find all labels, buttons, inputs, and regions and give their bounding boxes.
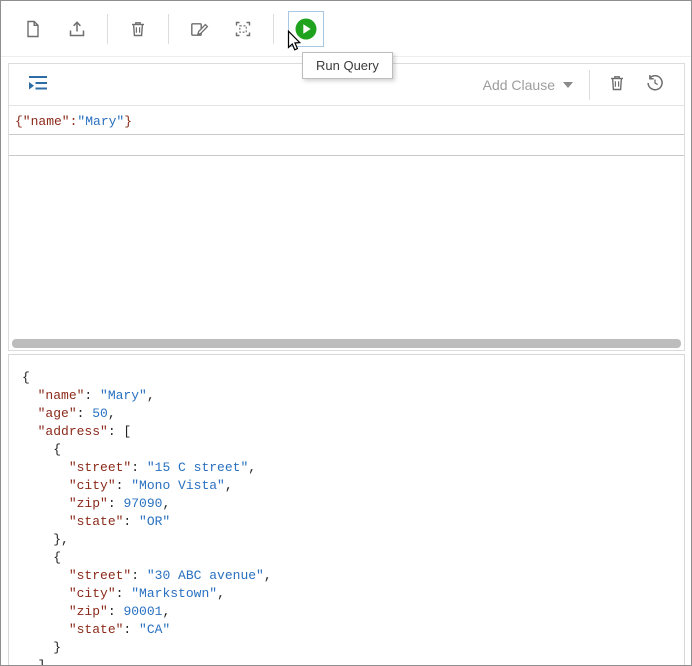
- toolbar-separator: [273, 13, 274, 44]
- new-document-icon: [23, 19, 43, 39]
- result-json: { "name": "Mary", "age": 50, "address": …: [22, 370, 272, 666]
- edit-pencil-icon: [189, 19, 210, 39]
- main-toolbar: [1, 1, 691, 57]
- add-clause-label: Add Clause: [482, 76, 555, 93]
- app-window: Run Query Add Clause {"name":"Mary"} {"…: [0, 0, 692, 666]
- trash-icon: [128, 19, 148, 39]
- run-query-icon: [294, 17, 318, 41]
- clear-query-button[interactable]: [600, 68, 634, 102]
- query-text: {"name":"Mary"}: [15, 114, 133, 129]
- history-icon: [645, 73, 665, 96]
- query-panel: Add Clause {"name":"Mary"}: [8, 63, 685, 351]
- toolbar-separator: [107, 13, 108, 44]
- history-button[interactable]: [638, 68, 672, 102]
- run-query-tooltip: Run Query: [302, 52, 393, 79]
- toolbar-separator: [589, 69, 590, 100]
- new-document-button[interactable]: [14, 10, 52, 48]
- format-indent-icon: [26, 73, 50, 96]
- editor-current-line: [9, 134, 684, 156]
- edit-button[interactable]: [180, 10, 218, 48]
- delete-button[interactable]: [119, 10, 157, 48]
- select-region-button[interactable]: [224, 10, 262, 48]
- chevron-down-icon: [563, 81, 573, 88]
- run-query-button[interactable]: [288, 10, 324, 47]
- toolbar-separator: [168, 13, 169, 44]
- horizontal-scrollbar[interactable]: [12, 339, 681, 348]
- result-panel: { "name": "Mary", "age": 50, "address": …: [8, 354, 685, 666]
- format-query-button[interactable]: [21, 68, 55, 102]
- export-icon: [67, 19, 87, 39]
- export-button[interactable]: [58, 10, 96, 48]
- trash-icon: [607, 73, 627, 96]
- query-editor[interactable]: {"name":"Mary"}: [9, 106, 684, 156]
- add-clause-dropdown[interactable]: Add Clause: [475, 73, 581, 97]
- select-region-icon: [233, 19, 253, 39]
